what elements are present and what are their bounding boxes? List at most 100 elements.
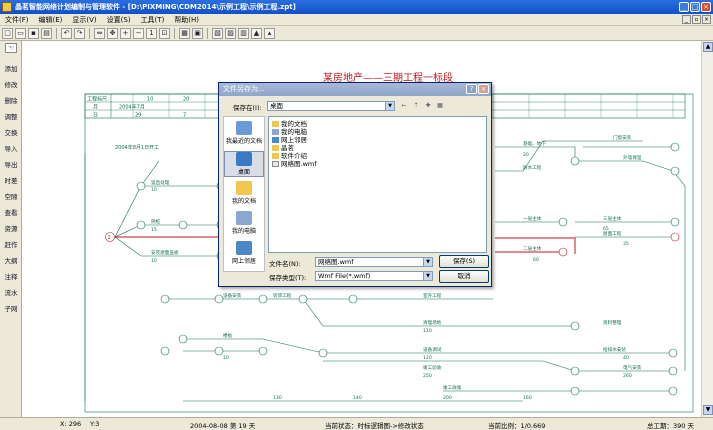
- up-folder-icon[interactable]: ⇡: [411, 101, 421, 110]
- filetype-value: Wmf File(*.wmf): [318, 272, 371, 280]
- doc-restore-button[interactable]: ▫: [692, 15, 701, 24]
- task-label: 资料整理: [603, 319, 622, 326]
- gantt-view-icon[interactable]: ▥: [238, 27, 249, 39]
- timescale-view-icon[interactable]: ▨: [225, 27, 236, 39]
- title-bar: 晶茗智能网络计划编制与管理软件 - [D:\PIXMING\CDM2014\示例…: [0, 0, 713, 14]
- tick-label: 20: [183, 97, 189, 103]
- new-file-icon[interactable]: □: [2, 27, 13, 39]
- sidebar-item-export[interactable]: 导出: [0, 159, 22, 169]
- sidebar-item-subnet[interactable]: 子网: [0, 303, 22, 313]
- month-row-label: 月: [93, 105, 98, 111]
- cost-chart-icon[interactable]: ▴: [264, 27, 275, 39]
- sidebar-item-flow[interactable]: 流水: [0, 287, 22, 297]
- maximize-button[interactable]: □: [690, 2, 700, 12]
- duration-label: 40: [623, 355, 629, 361]
- sidebar-item-annotation[interactable]: 注释: [0, 271, 22, 281]
- scroll-down-icon[interactable]: ▼: [703, 405, 713, 415]
- task-label: 二层主体: [523, 245, 542, 252]
- undo-icon[interactable]: ↶: [61, 27, 72, 39]
- doc-minimize-button[interactable]: _: [682, 15, 691, 24]
- sidebar-item-add[interactable]: 添加: [0, 63, 22, 73]
- new-folder-icon[interactable]: ✚: [423, 101, 433, 110]
- grid-icon[interactable]: ▦: [179, 27, 190, 39]
- task-label: 外墙保温: [623, 154, 642, 161]
- duration-label: 15: [151, 227, 157, 233]
- fit-icon[interactable]: ⇔: [94, 27, 105, 39]
- place-my-computer[interactable]: 我的电脑: [224, 211, 264, 235]
- menu-tools[interactable]: 工具(T): [136, 15, 170, 25]
- start-date-note: 2004年8月1日开工: [115, 144, 159, 151]
- redo-icon[interactable]: ↷: [74, 27, 85, 39]
- menu-file[interactable]: 文件(F): [0, 15, 34, 25]
- close-button[interactable]: ×: [701, 2, 711, 12]
- cancel-button[interactable]: 取消: [439, 270, 489, 283]
- place-my-documents[interactable]: 我的文档: [224, 181, 264, 205]
- list-item[interactable]: 我的文档: [272, 120, 307, 128]
- duration-label: 35: [623, 241, 629, 247]
- save-button[interactable]: 保存(S): [439, 255, 489, 268]
- current-date: 2004-08-08 第 19 天: [190, 422, 256, 430]
- zoom-actual-icon[interactable]: 1: [146, 27, 157, 39]
- list-item[interactable]: 网络图.wmf: [272, 160, 317, 168]
- sidebar-item-import[interactable]: 导入: [0, 143, 22, 153]
- frame-icon[interactable]: ▣: [192, 27, 203, 39]
- pointer-icon[interactable]: ☜: [5, 43, 17, 53]
- zoom-fit-icon[interactable]: ⊡: [159, 27, 170, 39]
- place-network[interactable]: 网上邻居: [224, 241, 264, 265]
- scroll-up-icon[interactable]: ▲: [703, 42, 713, 52]
- sidebar-item-float[interactable]: 时差: [0, 175, 22, 185]
- back-icon[interactable]: ←: [399, 101, 409, 110]
- sidebar-item-swap[interactable]: 交换: [0, 127, 22, 137]
- coord-y: Y:3: [90, 420, 100, 428]
- help-button[interactable]: ?: [466, 84, 477, 94]
- dialog-close-button[interactable]: ×: [478, 84, 489, 94]
- move-icon[interactable]: ✥: [107, 27, 118, 39]
- file-list[interactable]: 我的文档 我的电脑 网上邻居 晶茗 软件介绍 网络图.wmf: [268, 116, 487, 253]
- zoom-in-icon[interactable]: +: [120, 27, 131, 39]
- duration-label: 110: [423, 328, 432, 334]
- sidebar-item-rush[interactable]: 赶作: [0, 239, 22, 249]
- sidebar-item-adjust[interactable]: 调整: [0, 111, 22, 121]
- chevron-down-icon[interactable]: ▼: [385, 102, 394, 110]
- resource-chart-icon[interactable]: ▲: [251, 27, 262, 39]
- sidebar-item-gap[interactable]: 空隙: [0, 191, 22, 201]
- sidebar-item-resource[interactable]: 资源: [0, 223, 22, 233]
- file-name: 我的电脑: [281, 128, 307, 136]
- places-bar: 我最近的文档 桌面 我的文档 我的电脑 网上邻居: [223, 116, 265, 272]
- menu-settings[interactable]: 设置(S): [102, 15, 136, 25]
- sidebar-item-delete[interactable]: 删除: [0, 95, 22, 105]
- filetype-dropdown[interactable]: Wmf File(*.wmf) ▼: [315, 271, 433, 281]
- list-item[interactable]: 网上邻居: [272, 136, 307, 144]
- task-label: 一层主体: [523, 215, 542, 222]
- menu-view[interactable]: 显示(V): [67, 15, 101, 25]
- view-menu-icon[interactable]: ▦: [435, 101, 445, 110]
- duration-label: 10: [223, 355, 229, 361]
- list-item[interactable]: 软件介绍: [272, 152, 307, 160]
- window-controls: _ □ ×: [679, 2, 711, 12]
- save-in-dropdown[interactable]: 桌面 ▼: [267, 101, 395, 111]
- sidebar-item-outline[interactable]: 大纲: [0, 255, 22, 265]
- tick-label: 10: [147, 97, 153, 103]
- sidebar-item-modify[interactable]: 修改: [0, 79, 22, 89]
- network-view-icon[interactable]: ▧: [212, 27, 223, 39]
- filename-input[interactable]: 网络图.wmf ▼: [315, 257, 433, 267]
- doc-close-button[interactable]: ×: [702, 15, 711, 24]
- chevron-down-icon[interactable]: ▼: [423, 272, 432, 280]
- vertical-scrollbar[interactable]: ▲ ▼: [701, 41, 713, 417]
- zoom-out-icon[interactable]: −: [133, 27, 144, 39]
- place-recent[interactable]: 我最近的文档: [224, 121, 264, 145]
- list-item[interactable]: 晶茗: [272, 144, 294, 152]
- duration-label: 65: [603, 226, 609, 232]
- list-item[interactable]: 我的电脑: [272, 128, 307, 136]
- menu-edit[interactable]: 编辑(E): [34, 15, 68, 25]
- print-icon[interactable]: ▤: [41, 27, 52, 39]
- toolbar-separator: [174, 27, 175, 39]
- sidebar-item-view[interactable]: 查看: [0, 207, 22, 217]
- save-icon[interactable]: ▪: [28, 27, 39, 39]
- open-folder-icon[interactable]: ▭: [15, 27, 26, 39]
- chevron-down-icon[interactable]: ▼: [423, 258, 432, 266]
- minimize-button[interactable]: _: [679, 2, 689, 12]
- duration-label: 60: [533, 257, 539, 263]
- place-desktop[interactable]: 桌面: [224, 151, 264, 177]
- menu-help[interactable]: 帮助(H): [169, 15, 204, 25]
